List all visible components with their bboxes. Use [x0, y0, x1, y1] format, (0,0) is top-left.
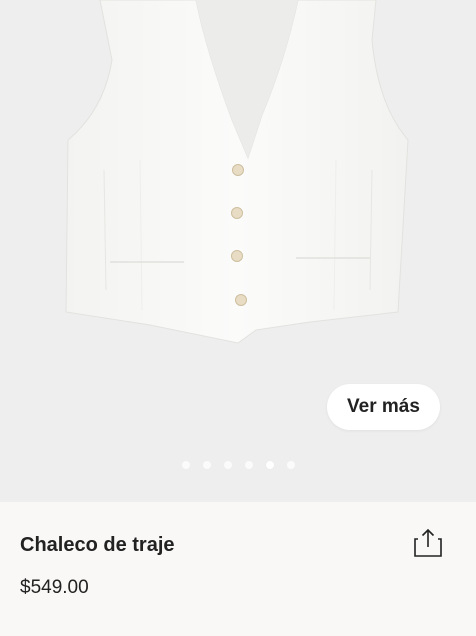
share-button[interactable] — [412, 526, 444, 560]
see-more-button[interactable]: Ver más — [327, 384, 440, 430]
product-title: Chaleco de traje — [20, 534, 175, 556]
product-image — [65, 0, 409, 344]
pagination-dot[interactable] — [223, 461, 232, 469]
pagination-dot[interactable] — [202, 461, 211, 469]
product-image-gallery[interactable]: Ver más — [0, 0, 476, 502]
pagination-dot[interactable] — [286, 461, 295, 469]
pagination-dot[interactable] — [244, 461, 253, 469]
share-icon — [414, 528, 442, 557]
gallery-pagination — [0, 461, 476, 471]
pagination-dot-active[interactable] — [265, 461, 274, 469]
product-info: Chaleco de traje $549.00 — [0, 502, 476, 636]
pagination-dot[interactable] — [181, 461, 190, 469]
product-price: $549.00 — [20, 577, 89, 598]
